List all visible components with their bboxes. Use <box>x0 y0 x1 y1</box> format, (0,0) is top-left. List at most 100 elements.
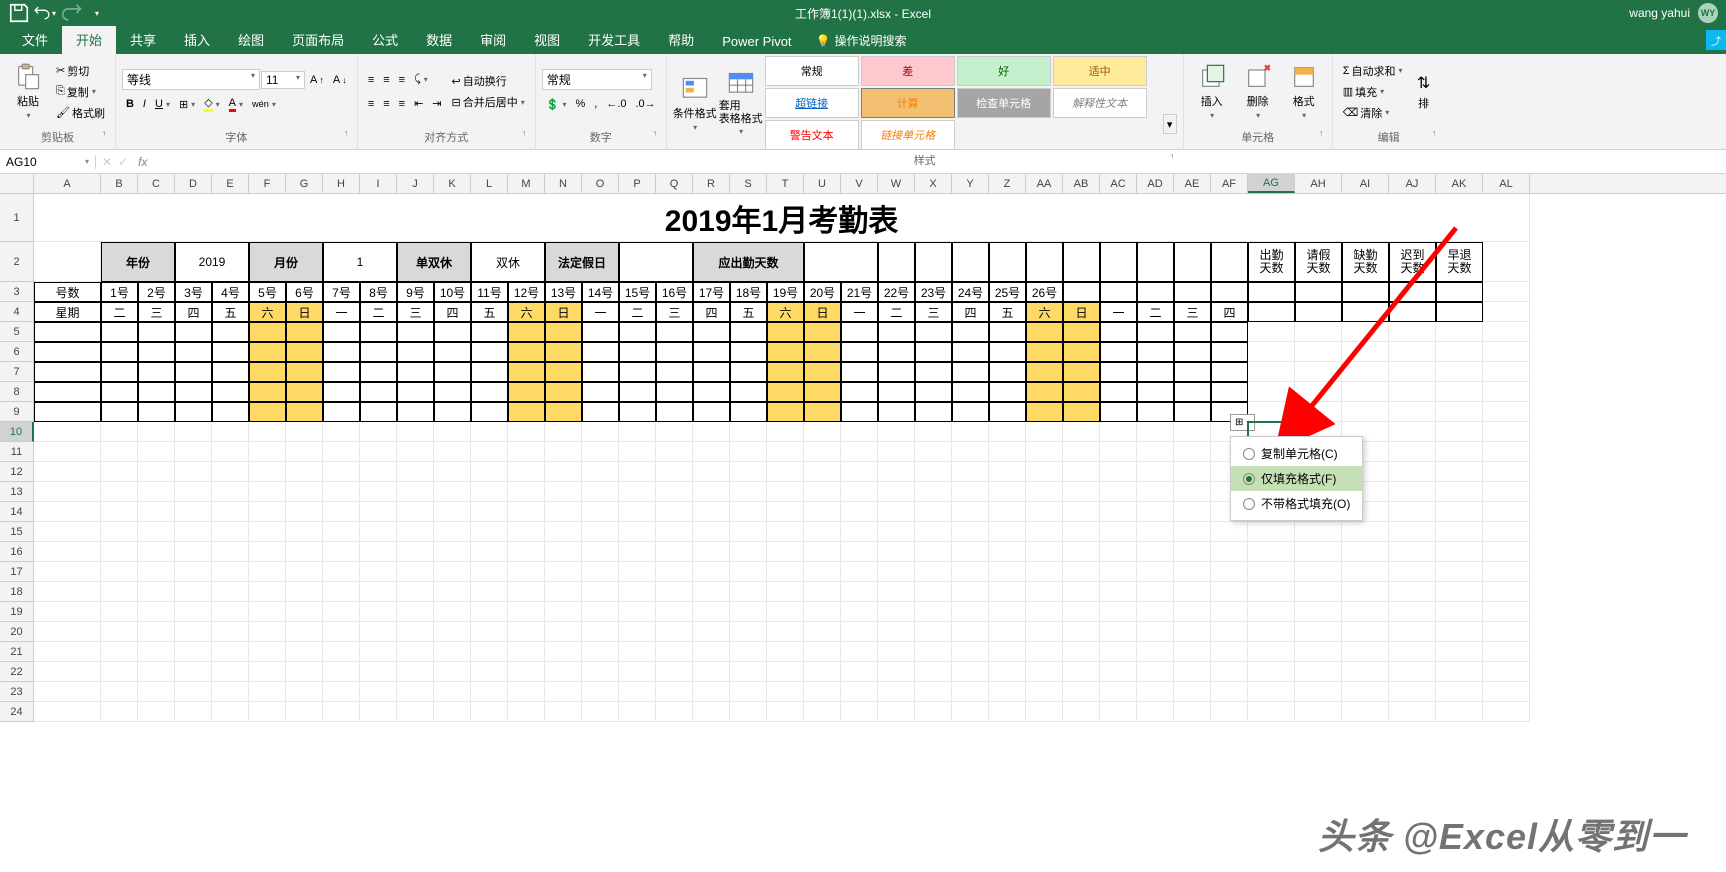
cell[interactable] <box>1026 382 1063 402</box>
cell[interactable] <box>249 642 286 662</box>
cell[interactable] <box>1248 702 1295 722</box>
tab-share[interactable]: 共享 <box>116 25 170 54</box>
cell[interactable] <box>323 622 360 642</box>
cell[interactable] <box>360 342 397 362</box>
cell[interactable] <box>101 482 138 502</box>
cell[interactable] <box>1100 382 1137 402</box>
cell[interactable] <box>767 542 804 562</box>
cell[interactable]: 四 <box>952 302 989 322</box>
cell[interactable] <box>1063 662 1100 682</box>
cell[interactable] <box>1137 342 1174 362</box>
cell[interactable] <box>1174 582 1211 602</box>
cell[interactable] <box>286 642 323 662</box>
cell[interactable] <box>101 582 138 602</box>
cell[interactable] <box>175 602 212 622</box>
cell[interactable] <box>323 422 360 442</box>
cell[interactable] <box>582 402 619 422</box>
cell[interactable] <box>138 422 175 442</box>
cell[interactable] <box>508 642 545 662</box>
cell[interactable] <box>1174 242 1211 282</box>
cell[interactable] <box>1137 442 1174 462</box>
cell[interactable] <box>545 542 582 562</box>
cell[interactable] <box>1389 662 1436 682</box>
cell[interactable] <box>471 362 508 382</box>
cell[interactable] <box>582 502 619 522</box>
cell[interactable] <box>434 542 471 562</box>
cell[interactable] <box>286 582 323 602</box>
cell[interactable] <box>693 382 730 402</box>
cell[interactable] <box>1436 702 1483 722</box>
cell[interactable] <box>1342 562 1389 582</box>
cell[interactable] <box>1295 362 1342 382</box>
cell[interactable] <box>804 662 841 682</box>
cell[interactable] <box>1342 642 1389 662</box>
cell[interactable] <box>471 622 508 642</box>
cell[interactable] <box>34 622 101 642</box>
cell[interactable] <box>1100 522 1137 542</box>
cell[interactable] <box>249 562 286 582</box>
cell[interactable] <box>471 502 508 522</box>
cell[interactable] <box>138 322 175 342</box>
decrease-font-button[interactable]: A↓ <box>329 70 351 90</box>
increase-indent-button[interactable]: ⇥ <box>428 94 445 114</box>
style-linked-cell[interactable]: 链接单元格 <box>861 120 955 150</box>
cell[interactable] <box>1389 382 1436 402</box>
cell[interactable] <box>434 662 471 682</box>
cell[interactable] <box>619 322 656 342</box>
redo-icon[interactable] <box>60 2 82 24</box>
cell[interactable] <box>804 582 841 602</box>
cell[interactable] <box>1295 682 1342 702</box>
cell[interactable] <box>730 602 767 622</box>
cell[interactable] <box>878 682 915 702</box>
cell[interactable] <box>1436 482 1483 502</box>
cell[interactable] <box>286 322 323 342</box>
cell[interactable] <box>545 422 582 442</box>
cell[interactable] <box>323 342 360 362</box>
cell[interactable]: 早退 天数 <box>1436 242 1483 282</box>
cell[interactable] <box>656 362 693 382</box>
cell[interactable] <box>1137 462 1174 482</box>
cell[interactable] <box>656 502 693 522</box>
cell[interactable]: 8号 <box>360 282 397 302</box>
cell[interactable] <box>767 562 804 582</box>
fx-icon[interactable]: fx <box>134 155 151 169</box>
cell[interactable] <box>249 322 286 342</box>
cell[interactable] <box>989 462 1026 482</box>
cell[interactable] <box>619 342 656 362</box>
column-header[interactable]: AK <box>1436 174 1483 193</box>
cell[interactable] <box>878 522 915 542</box>
cell[interactable] <box>34 482 101 502</box>
format-painter-button[interactable]: 🖌格式刷 <box>52 103 109 123</box>
tab-insert[interactable]: 插入 <box>170 25 224 54</box>
cell[interactable] <box>878 662 915 682</box>
cell[interactable] <box>1295 342 1342 362</box>
cell[interactable] <box>1483 662 1530 682</box>
sheet-title[interactable]: 2019年1月考勤表 <box>34 194 1530 242</box>
cell[interactable] <box>360 362 397 382</box>
cell[interactable] <box>138 342 175 362</box>
cell[interactable] <box>1389 322 1436 342</box>
cell[interactable] <box>1026 362 1063 382</box>
cell[interactable] <box>175 482 212 502</box>
cell[interactable] <box>619 562 656 582</box>
cell[interactable] <box>397 342 434 362</box>
cell[interactable] <box>1174 602 1211 622</box>
cell[interactable] <box>1389 522 1436 542</box>
cell[interactable] <box>471 442 508 462</box>
cell[interactable] <box>471 422 508 442</box>
cell[interactable] <box>878 482 915 502</box>
underline-button[interactable]: U▾ <box>151 94 174 114</box>
cell[interactable] <box>286 702 323 722</box>
cell[interactable] <box>656 422 693 442</box>
cell[interactable] <box>1483 362 1530 382</box>
tab-draw[interactable]: 绘图 <box>224 25 278 54</box>
cell[interactable] <box>1389 442 1436 462</box>
cell[interactable] <box>397 602 434 622</box>
cell[interactable] <box>323 502 360 522</box>
cell[interactable] <box>1026 402 1063 422</box>
column-header[interactable]: I <box>360 174 397 193</box>
cell[interactable] <box>1295 702 1342 722</box>
cell[interactable] <box>1248 282 1295 302</box>
cell[interactable] <box>1389 482 1436 502</box>
cell[interactable] <box>34 462 101 482</box>
